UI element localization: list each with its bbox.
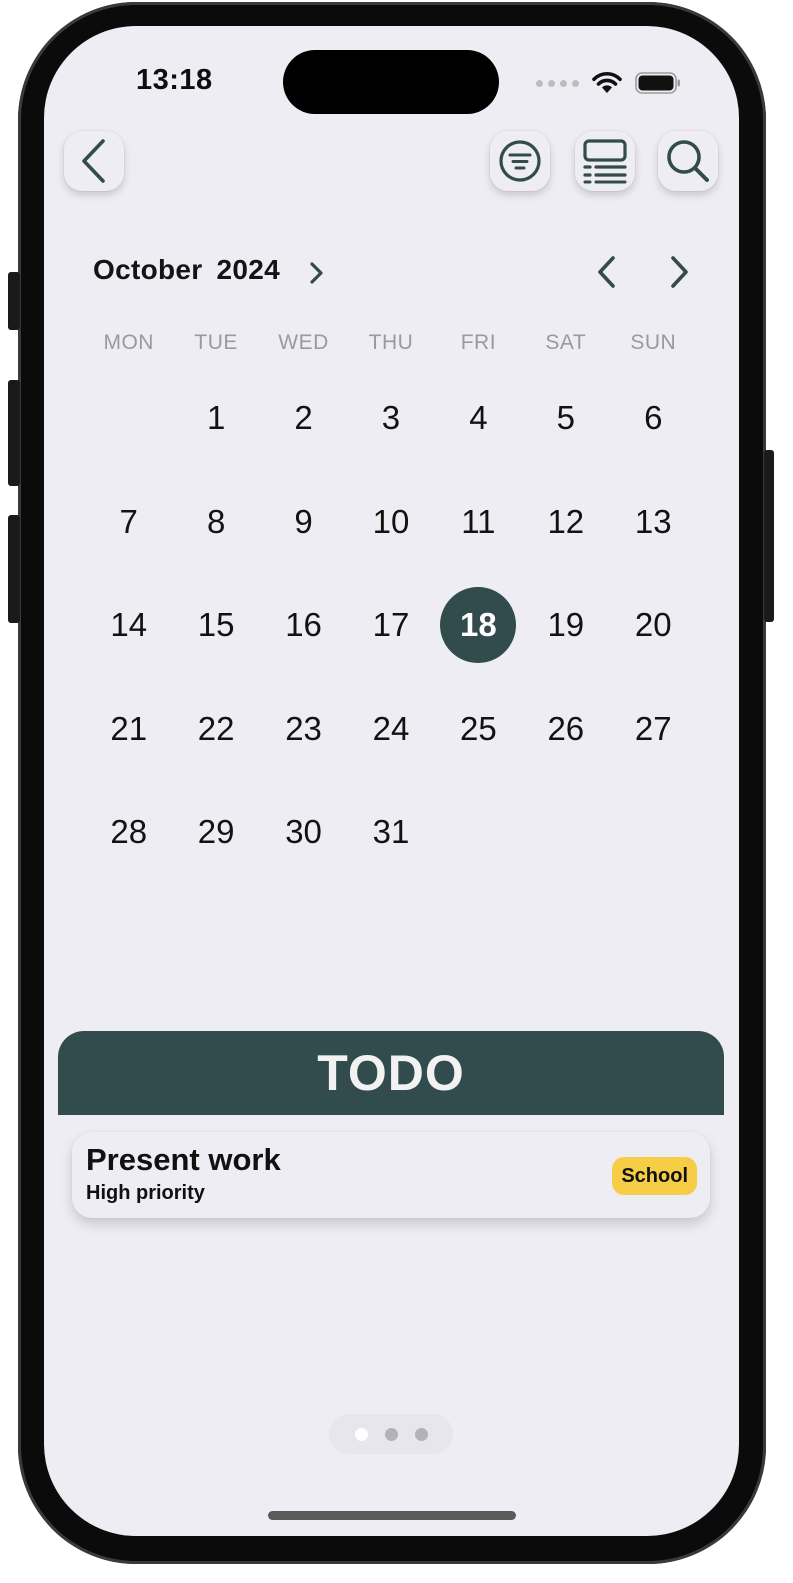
task-priority: High priority (86, 1182, 205, 1204)
weekday-label: THU (368, 331, 414, 354)
calendar-day[interactable]: 25 (435, 690, 522, 768)
page-dot-active[interactable] (354, 1427, 368, 1441)
chevron-right-icon[interactable] (306, 260, 326, 286)
status-time: 13:18 (136, 64, 213, 96)
calendar-day[interactable]: 20 (610, 586, 697, 664)
calendar-week-1: 1 2 3 4 5 6 (85, 379, 697, 457)
task-card[interactable]: Present work High priority School (72, 1132, 710, 1218)
volume-up-button (8, 380, 20, 486)
calendar-day[interactable]: 3 (347, 379, 434, 457)
back-button[interactable] (64, 131, 124, 191)
home-indicator[interactable] (268, 1511, 516, 1520)
layout-toggle-button[interactable] (575, 131, 635, 191)
page-dot[interactable] (414, 1427, 428, 1441)
calendar-day[interactable]: 5 (522, 379, 609, 457)
calendar-day[interactable]: 7 (85, 483, 172, 561)
calendar-day[interactable]: 19 (522, 586, 609, 664)
calendar-day[interactable]: 26 (522, 690, 609, 768)
filter-button[interactable] (490, 131, 550, 191)
calendar-week-5: 28 29 30 31 (85, 793, 697, 871)
app-screen: 13:18 October 2024 MON TUE WED THU FRI S… (44, 26, 739, 1536)
status-icons (536, 68, 681, 98)
calendar-day[interactable]: 2 (260, 379, 347, 457)
weekday-label: TUE (194, 331, 238, 354)
cellular-signal-icon (536, 79, 579, 87)
action-button (8, 272, 20, 330)
month-year-title[interactable]: October 2024 (93, 254, 280, 286)
calendar-day[interactable]: 22 (172, 690, 259, 768)
weekday-label: MON (103, 331, 154, 354)
calendar-day-selected[interactable]: 18 (435, 586, 522, 664)
calendar-day[interactable]: 6 (610, 379, 697, 457)
calendar-empty-cell (522, 793, 609, 871)
month-label: October (93, 254, 203, 285)
calendar-day[interactable]: 13 (610, 483, 697, 561)
calendar-day[interactable]: 27 (610, 690, 697, 768)
calendar-day[interactable]: 29 (172, 793, 259, 871)
calendar-day[interactable]: 15 (172, 586, 259, 664)
calendar-week-4: 21 22 23 24 25 26 27 (85, 690, 697, 768)
wifi-icon (592, 72, 622, 93)
calendar-day[interactable]: 4 (435, 379, 522, 457)
calendar-day[interactable]: 9 (260, 483, 347, 561)
chevron-left-icon (82, 139, 105, 183)
calendar-day[interactable]: 14 (85, 586, 172, 664)
weekday-label: WED (278, 331, 329, 354)
weekday-label: SAT (545, 331, 587, 354)
filter-icon (499, 140, 541, 182)
previous-month-button[interactable] (592, 254, 622, 290)
calendar-day[interactable]: 28 (85, 793, 172, 871)
calendar-day[interactable]: 1 (172, 379, 259, 457)
calendar-day[interactable]: 17 (347, 586, 434, 664)
year-label: 2024 (216, 254, 280, 285)
search-button[interactable] (658, 131, 718, 191)
calendar-day[interactable]: 10 (347, 483, 434, 561)
calendar-day[interactable]: 23 (260, 690, 347, 768)
calendar-empty-cell (435, 793, 522, 871)
page-indicator[interactable] (329, 1414, 453, 1454)
volume-down-button (8, 515, 20, 623)
calendar-day[interactable]: 21 (85, 690, 172, 768)
dynamic-island (283, 50, 499, 114)
search-icon (667, 140, 709, 182)
calendar-empty-cell (85, 379, 172, 457)
calendar-week-2: 7 8 9 10 11 12 13 (85, 483, 697, 561)
weekday-header: MON TUE WED THU FRI SAT SUN (85, 331, 697, 355)
weekday-label: FRI (460, 331, 497, 354)
calendar-week-3: 14 15 16 17 18 19 20 (85, 586, 697, 664)
calendar-empty-cell (610, 793, 697, 871)
power-button (764, 450, 774, 622)
calendar-day[interactable]: 12 (522, 483, 609, 561)
calendar-day[interactable]: 8 (172, 483, 259, 561)
calendar-day[interactable]: 31 (347, 793, 434, 871)
calendar-day[interactable]: 30 (260, 793, 347, 871)
task-title: Present work (86, 1142, 281, 1177)
category-tag: School (612, 1157, 697, 1195)
next-month-button[interactable] (664, 254, 694, 290)
todo-section-header: TODO (58, 1031, 724, 1115)
calendar-day[interactable]: 24 (347, 690, 434, 768)
weekday-label: SUN (630, 331, 677, 354)
list-layout-icon (583, 139, 627, 184)
calendar-day[interactable]: 16 (260, 586, 347, 664)
calendar-day[interactable]: 11 (435, 483, 522, 561)
battery-icon (635, 72, 680, 94)
page-dot[interactable] (384, 1427, 398, 1441)
